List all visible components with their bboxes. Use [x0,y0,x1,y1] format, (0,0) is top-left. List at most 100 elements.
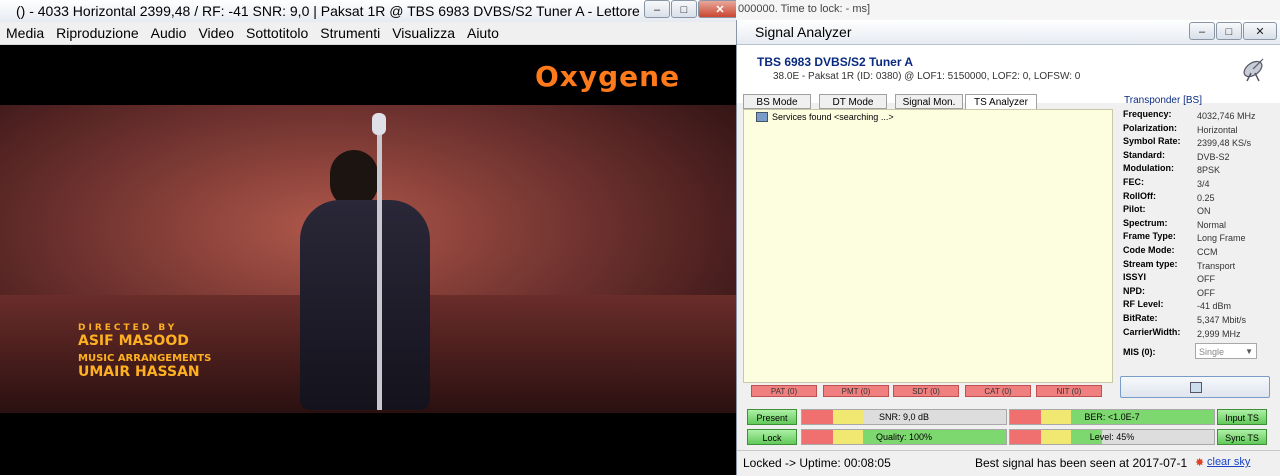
snr-meter: SNR: 9,0 dB [801,409,1007,425]
mis-dropdown[interactable]: Single ▼ [1195,343,1257,359]
services-tree-item[interactable]: Services found <searching ...> [756,112,894,122]
transponder-row-label: Code Mode: [1123,245,1175,255]
chevron-down-icon: ▼ [1245,347,1253,356]
background-app-strip: 000000. Time to lock: - ms] [736,0,1280,21]
transponder-row-label: BitRate: [1123,313,1158,323]
lock-button[interactable]: Lock [747,429,797,445]
tab-dt-mode[interactable]: DT Mode [819,94,887,109]
uptime-status: Locked -> Uptime: 00:08:05 [743,456,891,470]
minimize-button[interactable]: – [644,0,670,18]
vlc-window: () - 4033 Horizontal 2399,48 / RF: -41 S… [0,0,742,475]
menu-sottotitolo[interactable]: Sottotitolo [240,22,314,44]
window-icon [1190,382,1202,393]
present-button[interactable]: Present [747,409,797,425]
tab-ts-analyzer[interactable]: TS Analyzer (OK [965,94,1037,123]
transponder-row: NPD: OFF [1123,286,1273,299]
menu-riproduzione[interactable]: Riproduzione [50,22,145,44]
menu-audio[interactable]: Audio [145,22,193,44]
ts-analyzer-panel: Services found <searching ...> [743,109,1113,383]
transponder-row-label: RF Level: [1123,299,1164,310]
singer-figure [300,200,430,410]
menu-visualizza[interactable]: Visualizza [386,22,461,44]
transponder-row: Standard: DVB-S2 [1123,150,1273,163]
transponder-row-label: CarrierWidth: [1123,326,1181,337]
transponder-row-value: -41 dBm [1197,301,1232,312]
transponder-title: Transponder [BS] [1124,95,1203,106]
transponder-row-label: Stream type: [1123,258,1178,269]
sa-maximize-button[interactable]: □ [1216,22,1242,40]
vlc-titlebar[interactable]: () - 4033 Horizontal 2399,48 / RF: -41 S… [0,0,742,23]
sa-minimize-button[interactable]: – [1189,22,1215,40]
transponder-row-value: 2399,48 KS/s [1197,138,1252,149]
sa-close-button[interactable]: ✕ [1243,22,1277,40]
services-tree-label: Services found <searching ...> [772,112,894,122]
menu-media[interactable]: Media [0,22,50,44]
transponder-row-value: 8PSK [1197,165,1221,176]
transponder-row-label: Pilot: [1123,204,1146,215]
sa-window-controls: – □ ✕ [1189,22,1277,40]
menu-strumenti[interactable]: Strumenti [314,22,386,44]
transponder-row-value: OFF [1197,274,1215,285]
transponder-row-value: ON [1197,206,1211,217]
tuner-name: TBS 6983 DVBS/S2 Tuner A [757,55,914,69]
quality-meter: Quality: 100% [801,429,1007,445]
transponder-row: Polarization: Horizontal [1123,123,1273,136]
transponder-row-label: RollOff: [1123,190,1156,201]
sa-window-title: Signal Analyzer [755,24,852,40]
transponder-row-value: 0.25 [1197,192,1215,203]
transponder-row-value: 5,347 Mbit/s [1197,315,1247,325]
credit-directed-by: DIRECTED BY [78,323,178,333]
transponder-row-label: Frame Type: [1123,231,1176,242]
mis-label: MIS (0): [1123,347,1156,357]
transponder-row: Frequency: 4032,746 MHz [1123,109,1273,122]
ber-meter: BER: <1.0E-7 [1009,409,1215,425]
cat-indicator: CAT (0) [965,385,1031,397]
video-credits: DIRECTED BY ASIF MASOOD MUSIC ARRANGEMEN… [78,323,211,380]
transponder-action-button[interactable] [1120,376,1270,398]
transponder-row: BitRate: 5,347 Mbit/s [1123,313,1273,326]
weather-label: clear sky [1207,456,1251,468]
transponder-row-value: Normal [1197,219,1227,230]
snr-label: SNR: 9,0 dB [878,412,930,422]
mis-dropdown-value: Single [1199,347,1225,357]
vlc-menubar: Media Riproduzione Audio Video Sottotito… [0,22,736,45]
sa-titlebar[interactable]: Signal Analyzer – □ ✕ [737,20,1280,45]
tab-signal-mon[interactable]: Signal Mon. [895,94,963,109]
video-area[interactable]: Oxygene DIRECTED BY ASIF MASOOD MUSIC AR… [0,45,736,475]
transponder-row-label: Spectrum: [1123,217,1168,228]
quality-label: Quality: 100% [875,432,933,442]
satellite-dish-icon [1243,58,1264,82]
folder-icon [756,112,768,122]
sync-ts-button[interactable]: Sync TS [1217,429,1267,445]
transponder-row: RollOff: 0.25 [1123,191,1273,204]
microphone [372,113,386,135]
nit-indicator: NIT (0) [1036,385,1102,397]
weather-link[interactable]: ✸ clear sky [1195,456,1251,469]
tab-bs-mode[interactable]: BS Mode [743,94,811,109]
signal-analyzer-window: Signal Analyzer – □ ✕ TBS 6983 DVBS/S2 T… [736,20,1280,476]
transponder-row-value: 2,999 MHz [1197,328,1241,339]
microphone-stand [377,120,382,410]
maximize-button[interactable]: □ [671,0,697,18]
menu-video[interactable]: Video [192,22,240,44]
transponder-row: Stream type: Transport [1123,259,1273,272]
transponder-row: Pilot: ON [1123,204,1273,217]
vlc-window-title: () - 4033 Horizontal 2399,48 / RF: -41 S… [16,3,642,19]
transponder-row-label: Modulation: [1123,163,1174,174]
input-ts-button[interactable]: Input TS [1217,409,1267,425]
transponder-row-value: OFF [1197,287,1215,298]
transponder-row-value: Transport [1197,260,1236,271]
vlc-window-controls: – □ ✕ [644,0,742,18]
level-label: Level: 45% [1089,432,1135,442]
transponder-row-label: Polarization: [1123,122,1178,133]
transponder-row: Frame Type: Long Frame [1123,231,1273,244]
transponder-row-label: Symbol Rate: [1123,136,1181,147]
credit-music-arrangements: MUSIC ARRANGEMENTS [78,353,212,364]
transponder-row: Spectrum: Normal [1123,218,1273,231]
transponder-row-value: 3/4 [1197,179,1210,189]
transponder-row: FEC: 3/4 [1123,177,1273,190]
best-signal-status: Best signal has been seen at 2017-07-1 [975,456,1188,470]
menu-aiuto[interactable]: Aiuto [461,22,505,44]
transponder-row-label: NPD: [1123,285,1145,296]
level-meter: Level: 45% [1009,429,1215,445]
